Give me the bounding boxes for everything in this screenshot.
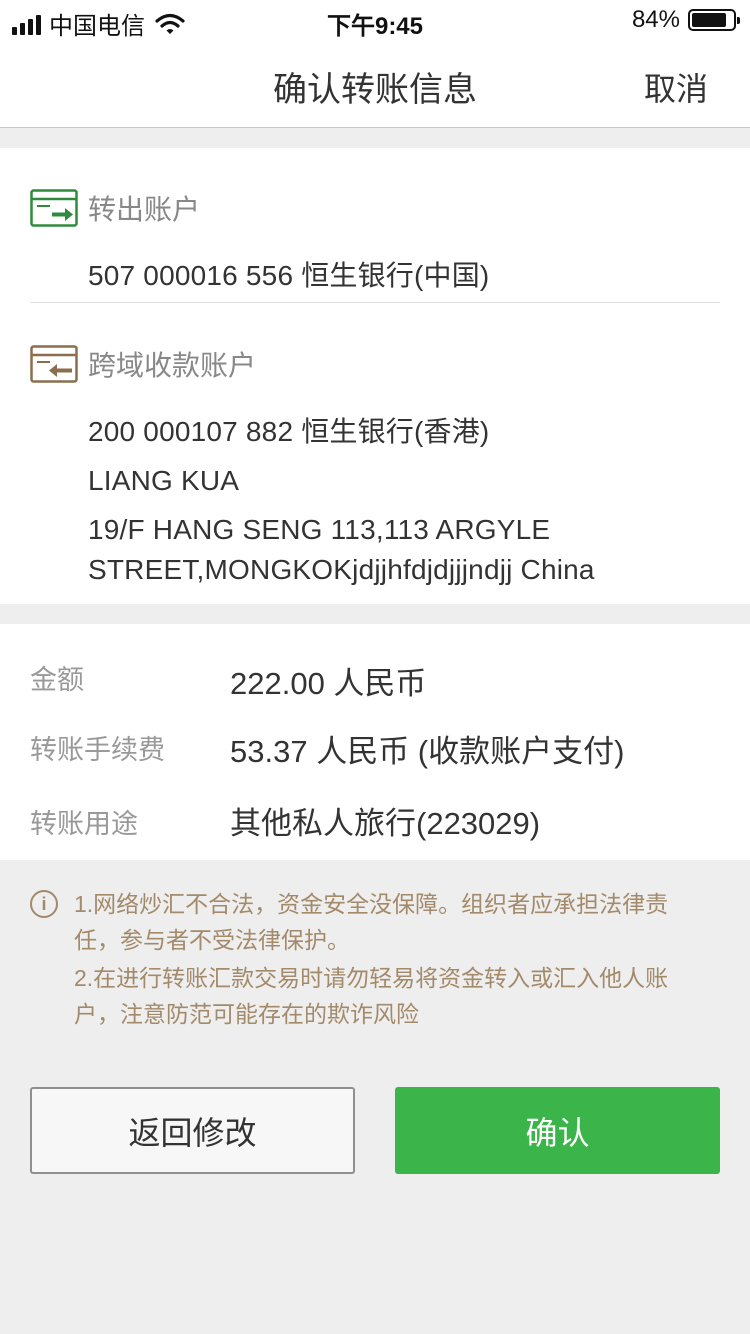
- confirm-button[interactable]: 确认: [395, 1087, 720, 1174]
- from-account-header: 转出账户: [30, 188, 200, 228]
- battery-fill: [692, 13, 726, 27]
- from-account-number: 507 000016 556 恒生银行(中国): [88, 260, 490, 291]
- divider: [30, 302, 720, 303]
- recipient-address-line2: STREET,MONGKOKjdjjhfdjdjjjndjj China: [88, 554, 595, 585]
- status-bar: 中国电信 下午9:45 84%: [0, 0, 750, 42]
- card-transfer-out-icon: [30, 189, 78, 227]
- to-account-number: 200 000107 882 恒生银行(香港): [88, 416, 490, 447]
- to-account-label: 跨域收款账户: [88, 350, 257, 381]
- info-icon: i: [30, 890, 58, 918]
- card-transfer-in-icon: [30, 345, 78, 383]
- to-account-header: 跨域收款账户: [30, 344, 256, 384]
- battery-icon: [688, 9, 740, 31]
- account-section: 转出账户 507 000016 556 恒生银行(中国) 跨域收款账户 200 …: [0, 148, 750, 604]
- fee-value: 53.37 人民币 (收款账户支付): [230, 734, 625, 769]
- amount-value: 222.00 人民币: [230, 666, 427, 701]
- notice-line-3: 2.在进行转账汇款交易时请勿轻易将资金转入或汇入他人账: [74, 965, 669, 991]
- back-to-edit-button[interactable]: 返回修改: [30, 1087, 355, 1174]
- from-account-label: 转出账户: [88, 194, 201, 225]
- page-title: 确认转账信息: [273, 71, 477, 109]
- notice-line-2: 任，参与者不受法律保护。: [74, 927, 350, 953]
- notice-line-4: 户，注意防范可能存在的欺诈风险: [74, 1001, 419, 1027]
- recipient-address-line1: 19/F HANG SENG 113,113 ARGYLE: [88, 514, 551, 545]
- nav-bar: 确认转账信息 取消: [0, 42, 750, 128]
- notice-line-1: 1.网络炒汇不合法，资金安全没保障。组织者应承担法律责: [74, 891, 669, 917]
- status-right: 84%: [631, 6, 740, 34]
- transfer-details: 金额 222.00 人民币 转账手续费 53.37 人民币 (收款账户支付) 转…: [0, 624, 750, 860]
- fee-label: 转账手续费: [30, 735, 165, 765]
- recipient-name: LIANG KUA: [88, 465, 240, 496]
- amount-label: 金额: [30, 665, 84, 695]
- purpose-value: 其他私人旅行(223029): [230, 806, 541, 841]
- battery-percent: 84%: [631, 6, 680, 33]
- cancel-button[interactable]: 取消: [644, 64, 708, 110]
- purpose-label: 转账用途: [30, 809, 138, 839]
